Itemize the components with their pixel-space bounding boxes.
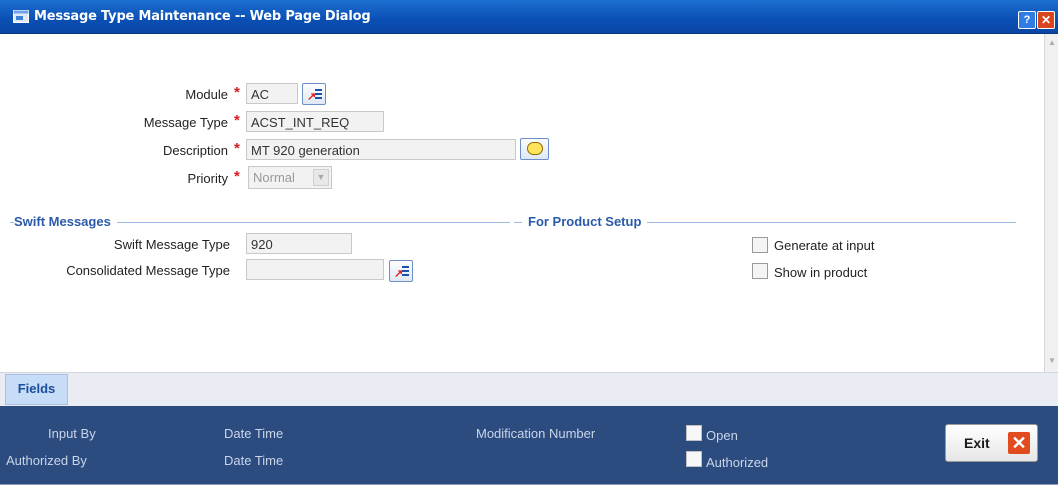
input-by-label: Input By <box>48 426 96 441</box>
consolidated-message-type-field[interactable] <box>246 259 384 280</box>
open-checkbox[interactable] <box>686 425 702 441</box>
help-icon[interactable]: ? <box>1018 11 1036 29</box>
exit-button[interactable]: Exit ✕ <box>945 424 1038 462</box>
consolidated-lov-button[interactable]: ↗ <box>389 260 413 282</box>
module-lov-button[interactable]: ↗ <box>302 83 326 105</box>
module-label: Module <box>185 87 228 102</box>
title-bar: Message Type Maintenance -- Web Page Dia… <box>0 0 1058 34</box>
window-title: Message Type Maintenance -- Web Page Dia… <box>34 9 371 24</box>
generate-at-input-checkbox[interactable] <box>752 237 768 253</box>
content-area <box>8 34 1044 372</box>
description-field[interactable]: MT 920 generation <box>246 139 516 160</box>
generate-at-input-label: Generate at input <box>774 238 875 253</box>
message-type-label: Message Type <box>143 115 228 130</box>
authorized-label: Authorized <box>706 455 769 470</box>
message-type-required-mark: * <box>234 112 240 129</box>
consolidated-message-type-label: Consolidated Message Type <box>66 263 230 278</box>
exit-icon: ✕ <box>1008 432 1030 454</box>
exit-label: Exit <box>964 435 990 451</box>
product-setup-title: For Product Setup <box>522 214 648 229</box>
date-time-label-1: Date Time <box>224 426 284 441</box>
swift-message-type-field[interactable]: 920 <box>246 233 352 254</box>
description-required-mark: * <box>234 140 240 157</box>
priority-select[interactable]: Normal ▼ <box>248 166 332 189</box>
tab-bar <box>0 372 1058 407</box>
date-time-label-2: Date Time <box>224 453 284 468</box>
tab-fields[interactable]: Fields <box>5 374 68 405</box>
authorized-by-label: Authorized By <box>6 453 87 468</box>
authorized-checkbox[interactable] <box>686 451 702 467</box>
priority-value: Normal <box>253 170 295 185</box>
scroll-down-icon[interactable]: ▼ <box>1047 356 1057 366</box>
priority-required-mark: * <box>234 168 240 185</box>
description-label: Description <box>162 143 228 158</box>
scroll-up-icon[interactable]: ▲ <box>1047 38 1057 48</box>
module-field[interactable]: AC <box>246 83 298 104</box>
swift-message-type-label: Swift Message Type <box>113 237 230 252</box>
audit-footer <box>0 406 1058 484</box>
open-label: Open <box>706 428 738 443</box>
vertical-scrollbar[interactable]: ▲ ▼ <box>1044 34 1058 372</box>
module-required-mark: * <box>234 84 240 101</box>
close-icon[interactable]: ✕ <box>1037 11 1055 29</box>
priority-label: Priority <box>187 171 228 186</box>
window-icon <box>13 10 29 23</box>
swift-messages-title: Swift Messages <box>14 214 117 229</box>
show-in-product-checkbox[interactable] <box>752 263 768 279</box>
message-type-field[interactable]: ACST_INT_REQ <box>246 111 384 132</box>
show-in-product-label: Show in product <box>774 265 868 280</box>
description-popup-button[interactable] <box>520 138 549 160</box>
speech-bubble-icon <box>527 142 543 155</box>
dropdown-arrow-icon[interactable]: ▼ <box>313 169 329 186</box>
modification-number-label: Modification Number <box>476 426 596 441</box>
